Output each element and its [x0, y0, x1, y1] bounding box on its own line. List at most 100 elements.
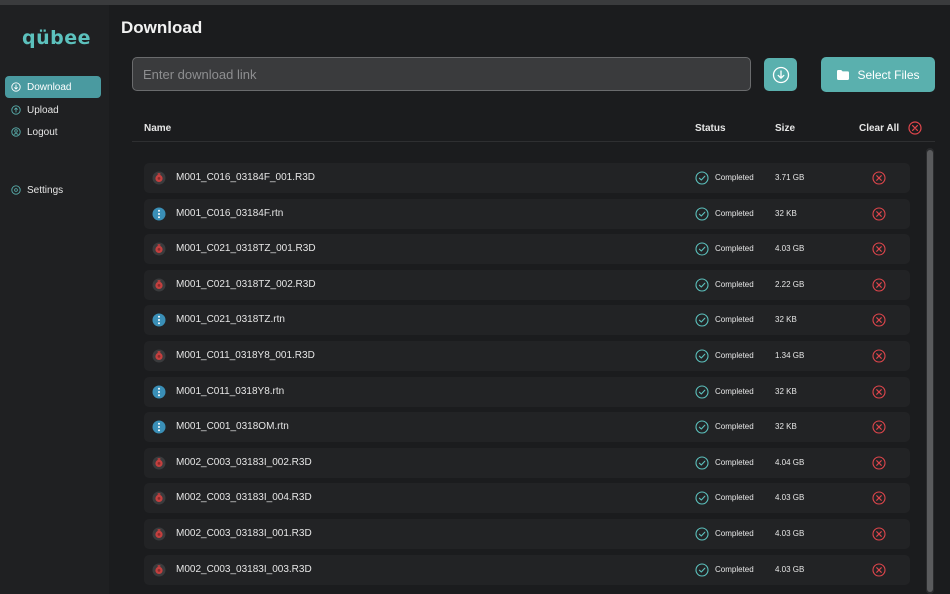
table-row[interactable]: M001_C021_0318TZ_001.R3D Completed 4.03 GB [144, 234, 910, 264]
remove-item-icon[interactable] [872, 278, 886, 292]
status-text: Completed [715, 280, 754, 289]
r3d-file-icon [152, 563, 166, 577]
rtn-file-icon [152, 313, 166, 327]
remove-item-icon[interactable] [872, 242, 886, 256]
start-download-button[interactable] [764, 58, 797, 91]
table-row[interactable]: M002_C003_03183I_003.R3D Completed 4.03 GB [144, 555, 910, 585]
table-row[interactable]: M001_C016_03184F.rtn Completed 32 KB [144, 199, 910, 229]
status-text: Completed [715, 422, 754, 431]
file-size: 4.03 GB [775, 529, 805, 538]
file-size: 4.04 GB [775, 458, 805, 467]
remove-item-icon[interactable] [872, 349, 886, 363]
r3d-file-icon [152, 242, 166, 256]
file-size: 4.03 GB [775, 244, 805, 253]
file-name: M002_C003_03183I_003.R3D [176, 564, 312, 575]
remove-item-icon[interactable] [872, 171, 886, 185]
file-name: M001_C016_03184F.rtn [176, 208, 284, 219]
check-circle-icon [695, 207, 709, 221]
file-name: M002_C003_03183I_004.R3D [176, 492, 312, 503]
file-name: M002_C003_03183I_001.R3D [176, 528, 312, 539]
table-row[interactable]: M001_C021_0318TZ.rtn Completed 32 KB [144, 305, 910, 335]
rtn-file-icon [152, 385, 166, 399]
check-circle-icon [695, 349, 709, 363]
r3d-file-icon [152, 456, 166, 470]
file-size: 3.71 GB [775, 173, 805, 182]
select-files-button[interactable]: Select Files [821, 57, 935, 92]
table-row[interactable]: M002_C003_03183I_002.R3D Completed 4.04 GB [144, 448, 910, 478]
r3d-file-icon [152, 278, 166, 292]
check-circle-icon [695, 420, 709, 434]
select-files-label: Select Files [857, 67, 920, 82]
file-size: 32 KB [775, 422, 797, 431]
header-divider [132, 141, 935, 142]
status-text: Completed [715, 387, 754, 396]
main-content: Download Select Files Name Status Size C… [109, 5, 950, 594]
status-text: Completed [715, 529, 754, 538]
status-text: Completed [715, 315, 754, 324]
download-circle-icon [772, 66, 789, 83]
file-name: M002_C003_03183I_002.R3D [176, 457, 312, 468]
sidebar-item-settings[interactable]: Settings [5, 179, 101, 201]
table-row[interactable]: M001_C016_03184F_001.R3D Completed 3.71 GB [144, 163, 910, 193]
rtn-file-icon [152, 420, 166, 434]
remove-item-icon[interactable] [872, 385, 886, 399]
file-size: 4.03 GB [775, 493, 805, 502]
remove-item-icon[interactable] [872, 563, 886, 577]
sidebar-item-label: Settings [27, 184, 64, 196]
remove-item-icon[interactable] [872, 491, 886, 505]
r3d-file-icon [152, 527, 166, 541]
status-text: Completed [715, 351, 754, 360]
folder-icon [836, 69, 850, 81]
table-row[interactable]: M001_C011_0318Y8.rtn Completed 32 KB [144, 377, 910, 407]
column-header-status: Status [695, 123, 726, 134]
check-circle-icon [695, 385, 709, 399]
sidebar-item-upload[interactable]: Upload [5, 99, 101, 121]
clear-all-button[interactable]: Clear All [859, 123, 899, 134]
table-row[interactable]: M002_C003_03183I_004.R3D Completed 4.03 GB [144, 483, 910, 513]
page-title: Download [121, 18, 203, 37]
check-circle-icon [695, 242, 709, 256]
status-text: Completed [715, 565, 754, 574]
remove-item-icon[interactable] [872, 420, 886, 434]
status-text: Completed [715, 209, 754, 218]
sidebar-item-logout[interactable]: Logout [5, 121, 101, 143]
app-logo: qübee [22, 27, 91, 49]
sidebar-item-label: Download [27, 81, 72, 93]
file-name: M001_C011_0318Y8_001.R3D [176, 350, 315, 361]
file-size: 32 KB [775, 387, 797, 396]
scrollbar-thumb[interactable] [927, 150, 933, 592]
sidebar-item-label: Logout [27, 126, 58, 138]
column-header-size: Size [775, 123, 796, 134]
check-circle-icon [695, 456, 709, 470]
status-text: Completed [715, 458, 754, 467]
file-size: 4.03 GB [775, 565, 805, 574]
table-row[interactable]: M002_C003_03183I_001.R3D Completed 4.03 GB [144, 519, 910, 549]
file-size: 32 KB [775, 209, 797, 218]
remove-item-icon[interactable] [872, 313, 886, 327]
check-circle-icon [695, 491, 709, 505]
scrollbar[interactable] [926, 148, 934, 594]
clear-all-icon[interactable] [908, 121, 922, 140]
table-row[interactable]: M001_C011_0318Y8_001.R3D Completed 1.34 GB [144, 341, 910, 371]
status-text: Completed [715, 493, 754, 502]
check-circle-icon [695, 527, 709, 541]
upload-circle-icon [11, 105, 21, 115]
table-row[interactable]: M001_C021_0318TZ_002.R3D Completed 2.22 GB [144, 270, 910, 300]
file-name: M001_C016_03184F_001.R3D [176, 172, 315, 183]
r3d-file-icon [152, 491, 166, 505]
check-circle-icon [695, 313, 709, 327]
gear-icon [11, 185, 21, 195]
sidebar-item-download[interactable]: Download [5, 76, 101, 98]
remove-item-icon[interactable] [872, 456, 886, 470]
user-circle-icon [11, 127, 21, 137]
file-size: 1.34 GB [775, 351, 805, 360]
table-row[interactable]: M001_C001_0318OM.rtn Completed 32 KB [144, 412, 910, 442]
r3d-file-icon [152, 171, 166, 185]
download-link-input[interactable] [132, 57, 751, 91]
r3d-file-icon [152, 349, 166, 363]
remove-item-icon[interactable] [872, 207, 886, 221]
file-name: M001_C021_0318TZ_002.R3D [176, 279, 316, 290]
status-text: Completed [715, 173, 754, 182]
remove-item-icon[interactable] [872, 527, 886, 541]
file-name: M001_C001_0318OM.rtn [176, 421, 289, 432]
